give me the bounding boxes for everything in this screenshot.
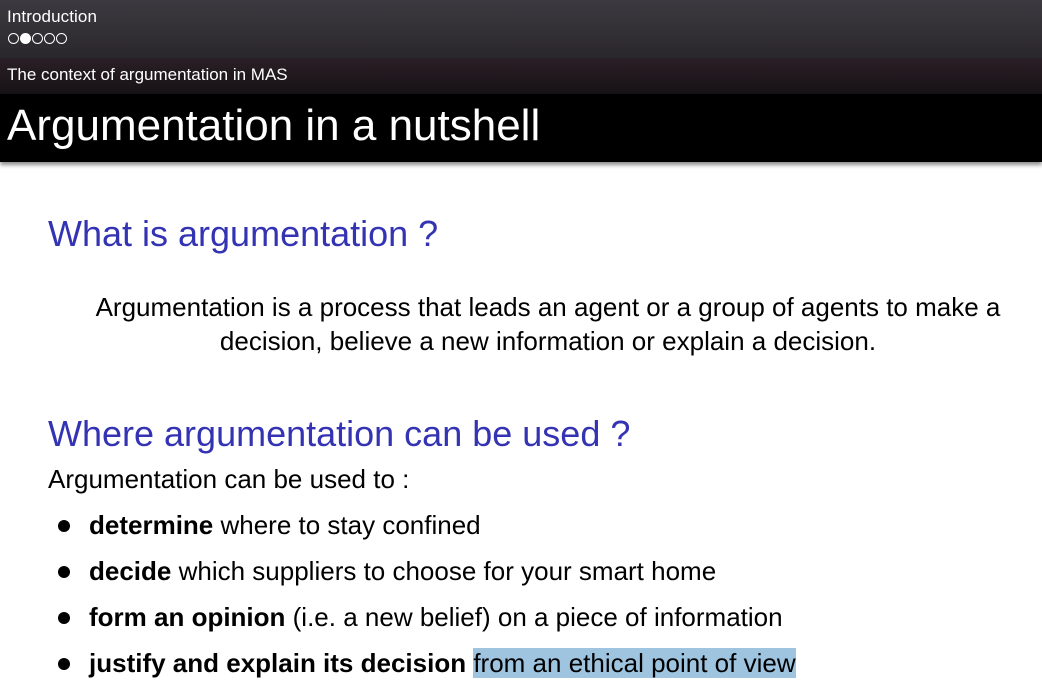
definition-text: Argumentation is a process that leads an… xyxy=(95,292,1001,356)
highlighted-text: from an ethical point of view xyxy=(473,648,796,678)
frame-title: Argumentation in a nutshell xyxy=(7,101,541,150)
bullet-icon xyxy=(58,520,70,532)
frame-title-bar: Argumentation in a nutshell xyxy=(0,94,1042,162)
subsection-title[interactable]: The context of argumentation in MAS xyxy=(7,65,288,85)
bullet-bold-text: decide xyxy=(89,556,172,586)
headline-bar: Introduction xyxy=(0,0,1042,58)
list-item: decide which suppliers to choose for you… xyxy=(56,554,796,600)
intro-text: Argumentation can be used to : xyxy=(48,464,410,494)
bullet-text: (i.e. a new belief) on a piece of inform… xyxy=(285,602,783,632)
bullet-text: where to stay confined xyxy=(213,510,481,540)
list-item: form an opinion (i.e. a new belief) on a… xyxy=(56,600,796,646)
slide-nav-dots xyxy=(8,33,67,44)
nav-dot-5[interactable] xyxy=(56,33,67,44)
list-item: justify and explain its decision from an… xyxy=(56,646,796,692)
list-item: determine where to stay confined xyxy=(56,508,796,554)
section-title[interactable]: Introduction xyxy=(7,7,97,27)
bullet-list: determine where to stay confined decide … xyxy=(56,508,796,692)
nav-dot-2-current[interactable] xyxy=(20,33,31,44)
slide: Introduction The context of argumentatio… xyxy=(0,0,1042,694)
bullet-icon xyxy=(58,566,70,578)
nav-dot-1[interactable] xyxy=(8,33,19,44)
bullet-icon xyxy=(58,612,70,624)
block-title-what: What is argumentation ? xyxy=(48,213,439,254)
block-title-where: Where argumentation can be used ? xyxy=(48,413,631,454)
nav-dot-4[interactable] xyxy=(44,33,55,44)
nav-dot-3[interactable] xyxy=(32,33,43,44)
bullet-bold-text: determine xyxy=(89,510,214,540)
bullet-icon xyxy=(58,658,70,670)
bullet-text: which suppliers to choose for your smart… xyxy=(171,556,717,586)
bullet-bold-text: form an opinion xyxy=(89,602,286,632)
bullet-bold-text: justify and explain its decision xyxy=(89,648,467,678)
subsection-bar: The context of argumentation in MAS xyxy=(0,58,1042,94)
